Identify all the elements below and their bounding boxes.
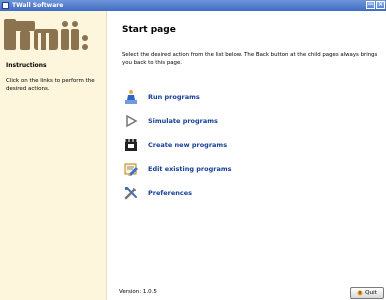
action-label: Run programs [148,93,200,101]
create-programs-icon [123,137,139,153]
instructions-heading: Instructions [6,62,47,69]
title-bar[interactable]: TWall Software — × [0,0,386,11]
action-edit-existing-programs[interactable]: Edit existing programs [123,157,343,181]
page-description: Select the desired action from the list … [122,52,378,66]
app-icon [2,2,9,9]
quit-button[interactable]: Quit [350,287,384,299]
action-label: Preferences [148,189,192,197]
preferences-icon [123,185,139,201]
window-controls: — × [366,1,385,9]
minimize-button[interactable]: — [366,1,375,9]
app-window: TWall Software — × Instructions Click on… [0,0,386,300]
action-preferences[interactable]: Preferences [123,181,343,205]
quit-label: Quit [365,290,377,296]
instructions-sidebar: Instructions Click on the links to perfo… [0,11,107,300]
window-title: TWall Software [12,2,64,9]
action-label: Create new programs [148,141,228,149]
page-title: Start page [122,25,176,35]
quit-icon [357,290,363,296]
action-simulate-programs[interactable]: Simulate programs [123,109,343,133]
start-page: Start page Select the desired action fro… [107,11,386,300]
action-list: Run programs Simulate programs Create ne… [123,85,343,205]
action-label: Edit existing programs [148,165,232,173]
action-label: Simulate programs [148,117,218,125]
twall-logo [4,19,88,50]
close-button[interactable]: × [376,1,385,9]
simulate-programs-icon [123,113,139,129]
edit-programs-icon [123,161,139,177]
action-create-new-programs[interactable]: Create new programs [123,133,343,157]
action-run-programs[interactable]: Run programs [123,85,343,109]
run-programs-icon [123,89,139,105]
instructions-text: Click on the links to perform the desire… [6,78,95,92]
